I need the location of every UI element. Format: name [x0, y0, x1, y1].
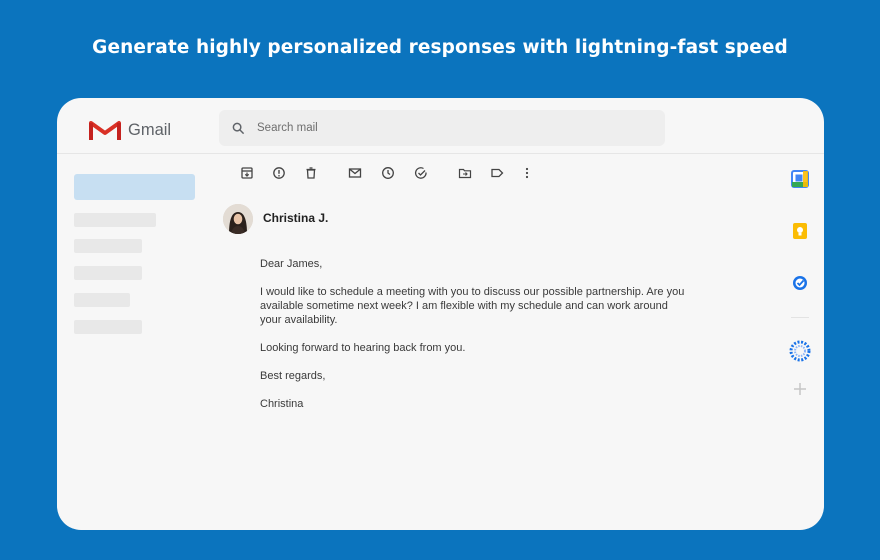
gmail-m-icon: [89, 121, 121, 140]
gmail-window: Gmail Search mail Christina J. Dear Jame…: [57, 98, 824, 530]
side-app-extension[interactable]: [789, 340, 811, 362]
tasks-icon: [793, 276, 807, 290]
archive-icon: [241, 167, 253, 179]
more-icon: [525, 167, 529, 179]
snooze-button[interactable]: [380, 165, 396, 181]
label-icon: [491, 168, 504, 178]
report-spam-icon: [273, 167, 285, 179]
move-to-icon: [458, 168, 472, 179]
email-body: Dear James, I would like to schedule a m…: [260, 257, 690, 425]
keep-icon: [793, 223, 807, 239]
nav-item[interactable]: [74, 320, 142, 334]
email-paragraph: I would like to schedule a meeting with …: [260, 286, 685, 326]
delete-button[interactable]: [303, 165, 319, 181]
nav-item[interactable]: [74, 293, 130, 307]
email-greeting: Dear James,: [260, 258, 323, 270]
add-task-icon: [414, 167, 427, 179]
nav-item-active[interactable]: [74, 174, 195, 200]
calendar-icon: [791, 170, 809, 188]
side-app-tasks[interactable]: [791, 274, 809, 292]
side-divider: [791, 317, 809, 318]
add-task-button[interactable]: [413, 165, 429, 181]
gmail-logo-text: Gmail: [128, 120, 172, 139]
label-button[interactable]: [489, 165, 505, 181]
search-bar[interactable]: Search mail: [219, 110, 665, 146]
headline: Generate highly personalized responses w…: [92, 37, 788, 58]
nav-item[interactable]: [74, 239, 142, 253]
nav-item[interactable]: [74, 213, 156, 227]
more-options-button[interactable]: [519, 165, 535, 181]
gmail-logo[interactable]: Gmail: [89, 118, 171, 142]
side-app-keep[interactable]: [791, 222, 809, 240]
search-input[interactable]: Search mail: [257, 122, 318, 134]
nav-item[interactable]: [74, 266, 142, 280]
delete-icon: [306, 167, 316, 179]
add-icon: [794, 383, 806, 395]
email-signature: Christina: [260, 398, 304, 410]
move-to-button[interactable]: [457, 165, 473, 181]
archive-button[interactable]: [239, 165, 255, 181]
avatar-image: [223, 204, 253, 234]
extension-icon: [789, 340, 811, 362]
sender-avatar[interactable]: [223, 204, 253, 234]
side-app-calendar[interactable]: [791, 170, 809, 188]
email-closing: Best regards,: [260, 370, 326, 382]
sender-name: Christina J.: [263, 211, 329, 225]
email-paragraph: Looking forward to hearing back from you…: [260, 342, 466, 354]
mark-unread-icon: [348, 168, 362, 178]
report-spam-button[interactable]: [271, 165, 287, 181]
search-icon: [232, 122, 245, 134]
mark-unread-button[interactable]: [347, 165, 363, 181]
side-add-button[interactable]: [791, 380, 809, 398]
header-divider: [57, 153, 824, 154]
snooze-icon: [382, 167, 394, 179]
